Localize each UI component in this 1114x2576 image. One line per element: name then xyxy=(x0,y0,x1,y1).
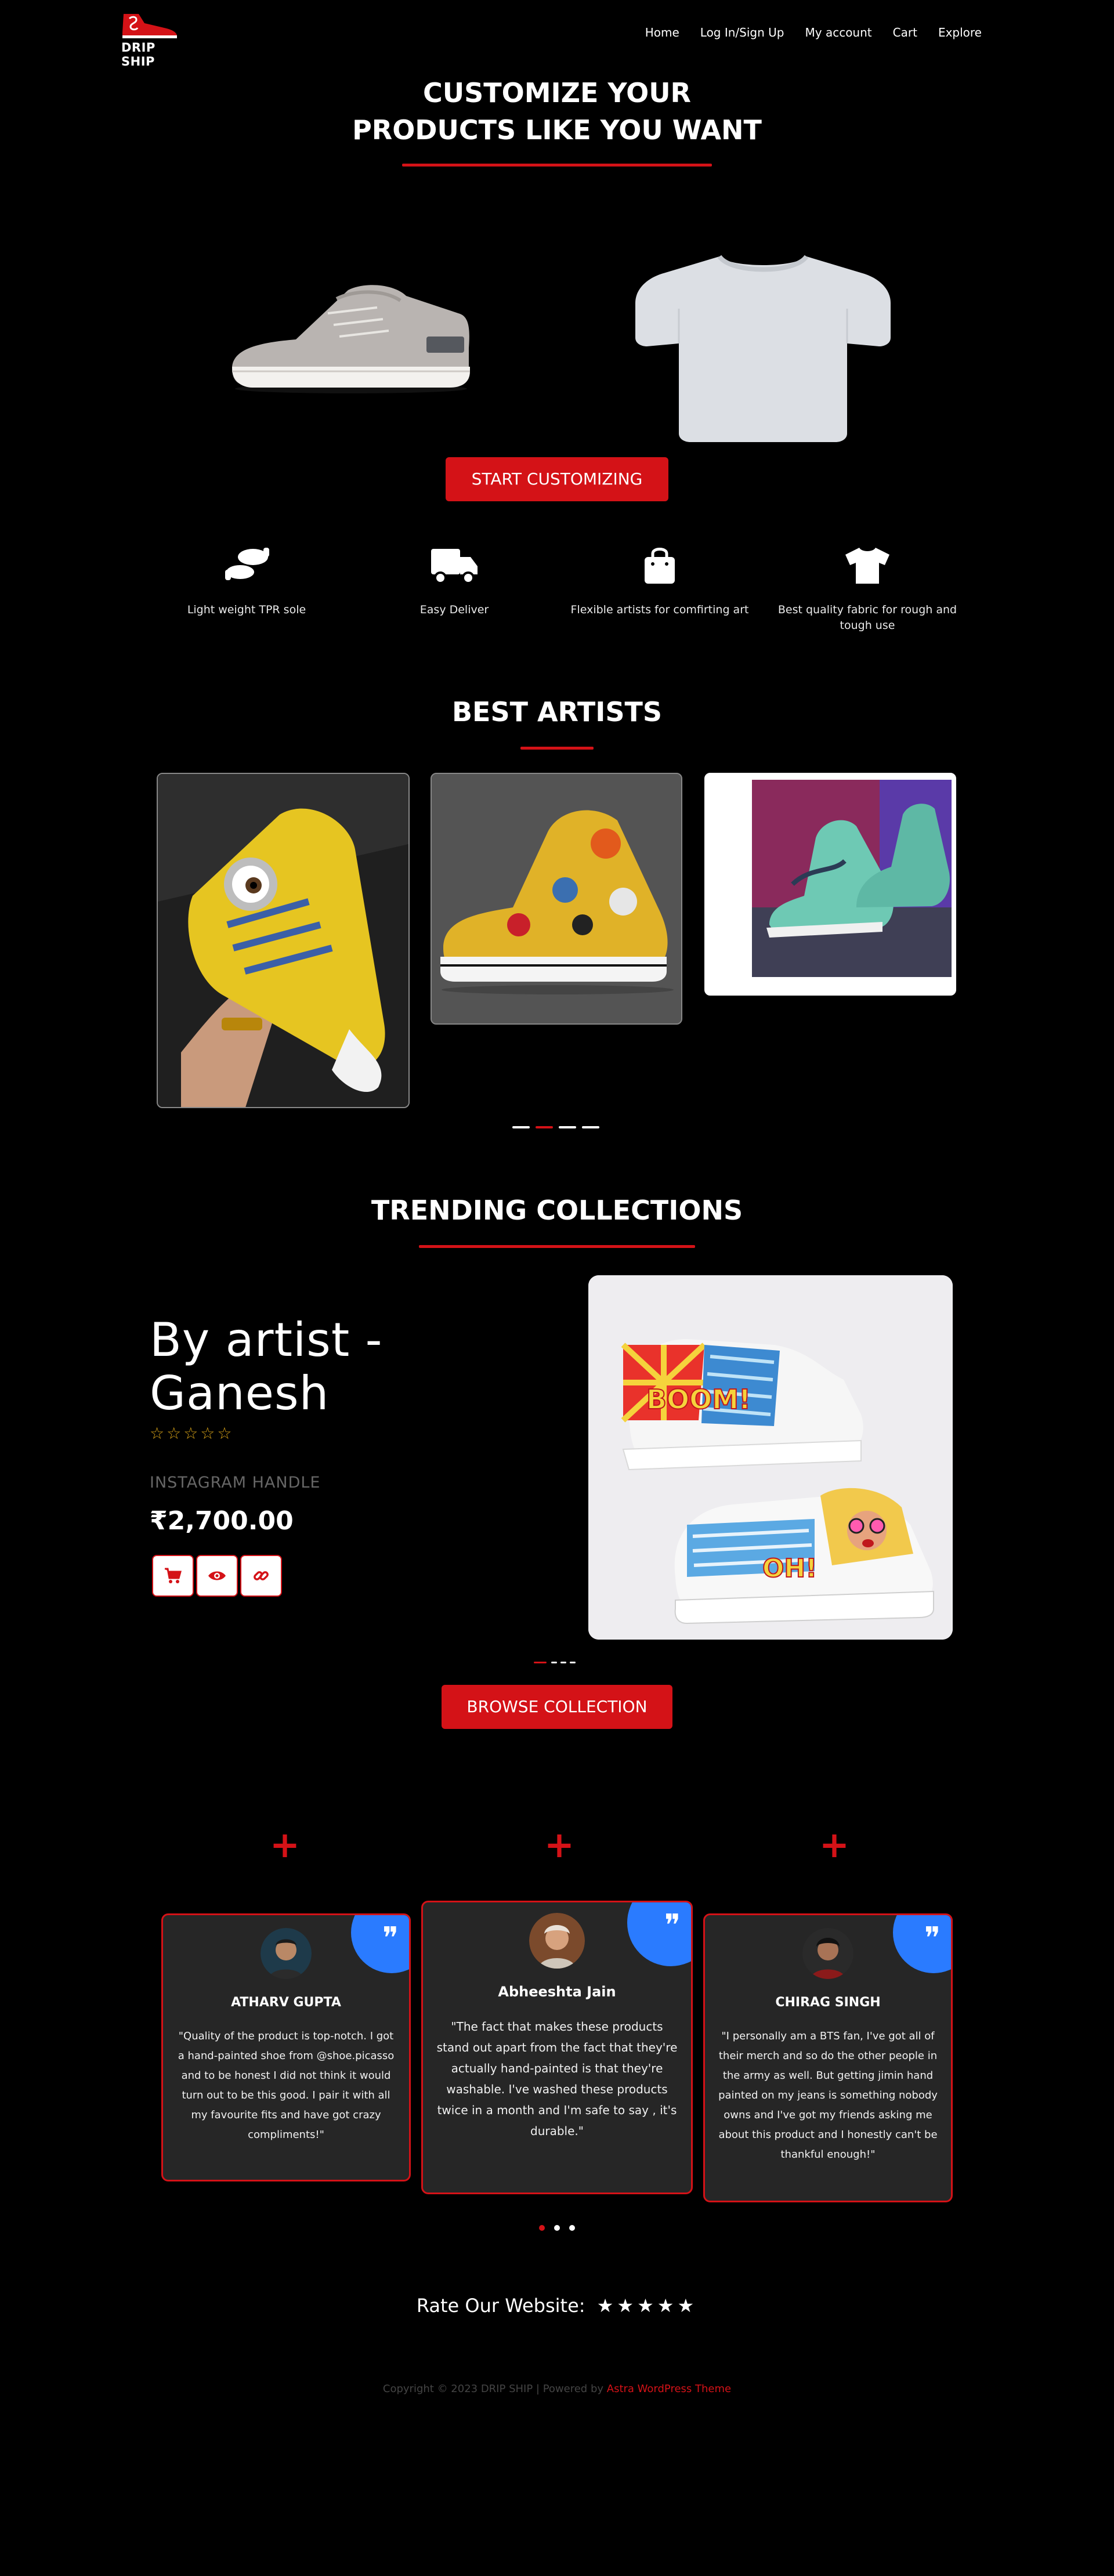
quote-icon: ❞ xyxy=(382,1921,399,1956)
site-logo[interactable]: DRIP SHIP xyxy=(119,10,189,68)
testimonial-card-atharv: ❞ ATHARV GUPTA "Quality of the product i… xyxy=(161,1913,411,2181)
artist-name-line1: By artist - xyxy=(150,1313,383,1367)
feature-artists-label: Flexible artists for comfirting art xyxy=(570,603,749,616)
quote-badge xyxy=(351,1915,409,1973)
feature-delivery: Easy Deliver xyxy=(361,545,547,618)
trending-carousel-dash-2[interactable] xyxy=(551,1662,557,1663)
feature-sole: Light weight TPR sole xyxy=(154,545,339,618)
rate-website-label: Rate Our Website: xyxy=(416,2295,585,2317)
feature-fabric-label: Best quality fabric for rough and tough … xyxy=(777,603,957,632)
quick-view-button[interactable] xyxy=(196,1555,238,1597)
plus-icon: + xyxy=(819,1824,849,1866)
artists-carousel-dash-3[interactable] xyxy=(559,1126,576,1128)
quote-icon: ❞ xyxy=(664,1908,681,1943)
artists-carousel-dash-4[interactable] xyxy=(582,1126,599,1128)
testimonial-author: ATHARV GUPTA xyxy=(231,1995,341,2010)
nav-login-signup[interactable]: Log In/Sign Up xyxy=(700,26,784,39)
artist-name-line2: Ganesh xyxy=(150,1366,330,1420)
best-artists-title: BEST ARTISTS xyxy=(451,696,663,728)
eye-icon xyxy=(208,1571,226,1580)
testimonial-card-chirag: ❞ CHIRAG SINGH "I personally am a BTS fa… xyxy=(703,1913,953,2202)
logo-text: DRIP SHIP xyxy=(121,41,155,68)
hero-title-line1: CUSTOMIZE YOUR xyxy=(423,77,691,108)
plus-icon: + xyxy=(270,1824,300,1866)
tshirt-product-image[interactable] xyxy=(632,251,894,445)
avatar xyxy=(261,1928,312,1979)
trending-carousel-dash-3[interactable] xyxy=(560,1662,566,1663)
browse-collection-button[interactable]: BROWSE COLLECTION xyxy=(442,1685,672,1729)
pop-art-shoes-image: BOOM! OH! xyxy=(588,1275,953,1640)
copy-link-button[interactable] xyxy=(240,1555,282,1597)
trending-divider xyxy=(419,1245,695,1248)
sticker-shoe-image xyxy=(432,774,681,1023)
footer-copyright: Copyright © 2023 DRIP SHIP | Powered by xyxy=(382,2383,607,2395)
testimonial-dot-2[interactable] xyxy=(554,2225,560,2231)
trending-product-card[interactable]: BOOM! OH! xyxy=(588,1275,953,1640)
artists-carousel-dash-1[interactable] xyxy=(512,1126,530,1128)
tshirt-icon xyxy=(845,548,889,584)
quote-icon: ❞ xyxy=(924,1921,941,1956)
sneaker-logo-icon xyxy=(122,14,177,38)
testimonial-author: CHIRAG SINGH xyxy=(775,1995,881,2010)
footer-theme-link[interactable]: Astra WordPress Theme xyxy=(607,2383,731,2395)
hero-divider xyxy=(402,164,712,167)
feature-sole-label: Light weight TPR sole xyxy=(187,603,306,616)
shopping-bag-icon xyxy=(645,548,675,584)
avatar xyxy=(529,1913,585,1969)
trending-title: TRENDING COLLECTIONS xyxy=(371,1195,743,1226)
rate-website-stars[interactable]: ★★★★★ xyxy=(597,2295,697,2317)
footprints-icon xyxy=(225,548,269,580)
hero-title-line2: PRODUCTS LIKE YOU WANT xyxy=(352,114,762,146)
artists-carousel-dash-2-active[interactable] xyxy=(536,1126,553,1128)
quote-badge xyxy=(893,1915,951,1973)
dragon-shoe-image xyxy=(706,774,955,994)
testimonial-text: "The fact that makes these products stan… xyxy=(436,2020,678,2138)
avatar xyxy=(802,1928,853,1979)
footer: Copyright © 2023 DRIP SHIP | Powered by … xyxy=(0,2383,1114,2395)
testimonial-author: Abheeshta Jain xyxy=(498,1984,616,2000)
trending-carousel-dash-1-active[interactable] xyxy=(534,1662,547,1663)
testimonial-dot-3[interactable] xyxy=(569,2225,575,2231)
main-nav: Home Log In/Sign Up My account Cart Expl… xyxy=(645,26,982,39)
rate-website-row: Rate Our Website: ★★★★★ xyxy=(0,2295,1114,2317)
instagram-handle[interactable]: INSTAGRAM HANDLE xyxy=(150,1474,321,1492)
artist-card-sticker-shoe[interactable] xyxy=(431,773,682,1025)
artist-card-minion[interactable] xyxy=(157,773,410,1108)
feature-delivery-label: Easy Deliver xyxy=(419,603,489,616)
product-rating-stars[interactable]: ☆☆☆☆☆ xyxy=(150,1424,234,1443)
link-icon xyxy=(254,1571,269,1580)
nav-home[interactable]: Home xyxy=(645,26,679,39)
product-price: ₹2,700.00 xyxy=(150,1506,294,1536)
testimonial-text: "Quality of the product is top-notch. I … xyxy=(178,2030,395,2141)
add-to-cart-button[interactable] xyxy=(152,1555,194,1597)
artist-card-dragon-shoe[interactable] xyxy=(704,773,956,996)
trending-artist-name: By artist - Ganesh xyxy=(150,1314,383,1420)
pop-art-oh-text: OH! xyxy=(762,1554,817,1583)
quote-badge xyxy=(627,1902,691,1966)
feature-fabric: Best quality fabric for rough and tough … xyxy=(775,545,960,634)
nav-explore[interactable]: Explore xyxy=(938,26,982,39)
testimonial-card-abheeshta: ❞ Abheeshta Jain "The fact that makes th… xyxy=(421,1901,693,2194)
plus-icon: + xyxy=(544,1824,574,1866)
best-artists-divider xyxy=(520,747,594,750)
testimonial-text: "I personally am a BTS fan, I've got all… xyxy=(718,2030,938,2161)
nav-my-account[interactable]: My account xyxy=(805,26,872,39)
testimonial-dot-1-active[interactable] xyxy=(539,2225,545,2231)
trending-carousel-dash-4[interactable] xyxy=(570,1662,576,1663)
nav-cart[interactable]: Cart xyxy=(893,26,917,39)
truck-icon xyxy=(431,549,478,584)
start-customizing-button[interactable]: START CUSTOMIZING xyxy=(446,457,668,501)
pop-art-boom-text: BOOM! xyxy=(646,1384,751,1415)
shoe-product-image[interactable] xyxy=(226,273,476,397)
minion-shoe-image xyxy=(158,774,408,1107)
feature-artists: Flexible artists for comfirting art xyxy=(567,545,753,618)
cart-icon xyxy=(165,1568,182,1583)
hero-title: CUSTOMIZE YOUR PRODUCTS LIKE YOU WANT xyxy=(0,74,1114,149)
